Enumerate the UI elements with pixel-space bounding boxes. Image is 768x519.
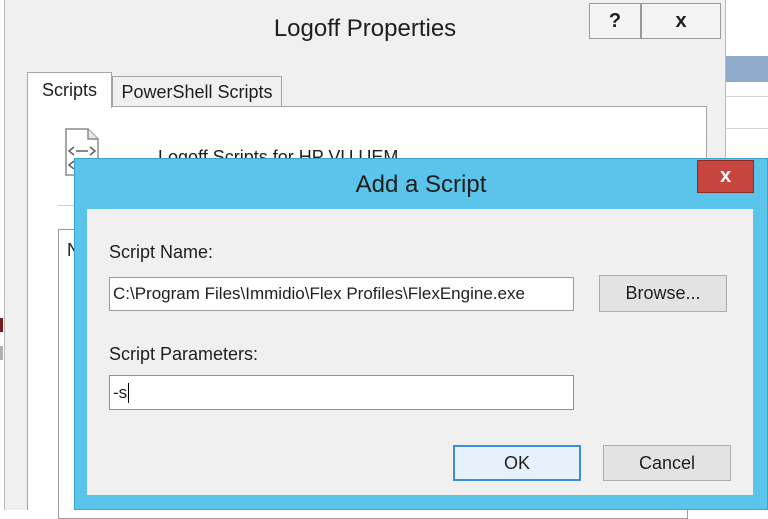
script-parameters-label: Script Parameters: [109, 344, 259, 364]
add-script-dialog: Add a Script x Script Name: C:\Program F… [74, 158, 768, 510]
background-edge-mark [0, 346, 3, 360]
script-name-label: Script Name: [109, 242, 214, 262]
background-divider [726, 128, 768, 129]
dialog-title-bar[interactable]: Add a Script x [75, 159, 767, 209]
ok-button[interactable]: OK [453, 445, 581, 481]
dialog-body: Script Name: C:\Program Files\Immidio\Fl… [87, 209, 753, 495]
tab-powershell-scripts[interactable]: PowerShell Scripts [112, 76, 282, 107]
script-name-value: C:\Program Files\Immidio\Flex Profiles\F… [113, 284, 525, 303]
script-name-input[interactable]: C:\Program Files\Immidio\Flex Profiles\F… [109, 277, 574, 311]
browse-button[interactable]: Browse... [599, 275, 727, 312]
script-parameters-input[interactable]: -s [109, 375, 574, 410]
tab-scripts[interactable]: Scripts [27, 72, 112, 108]
cancel-button[interactable]: Cancel [603, 445, 731, 481]
dialog-close-button[interactable]: x [697, 160, 754, 193]
background-divider [726, 96, 768, 97]
script-parameters-value: -s [113, 382, 128, 402]
dialog-title: Add a Script [355, 171, 487, 198]
text-caret [128, 382, 130, 403]
help-button[interactable]: ? [589, 3, 641, 39]
background-edge-mark [0, 318, 3, 332]
close-button[interactable]: x [641, 3, 721, 39]
logoff-title-bar: Logoff Properties ? x [5, 0, 725, 60]
close-icon: x [719, 165, 732, 187]
background-window-bar [726, 56, 768, 82]
